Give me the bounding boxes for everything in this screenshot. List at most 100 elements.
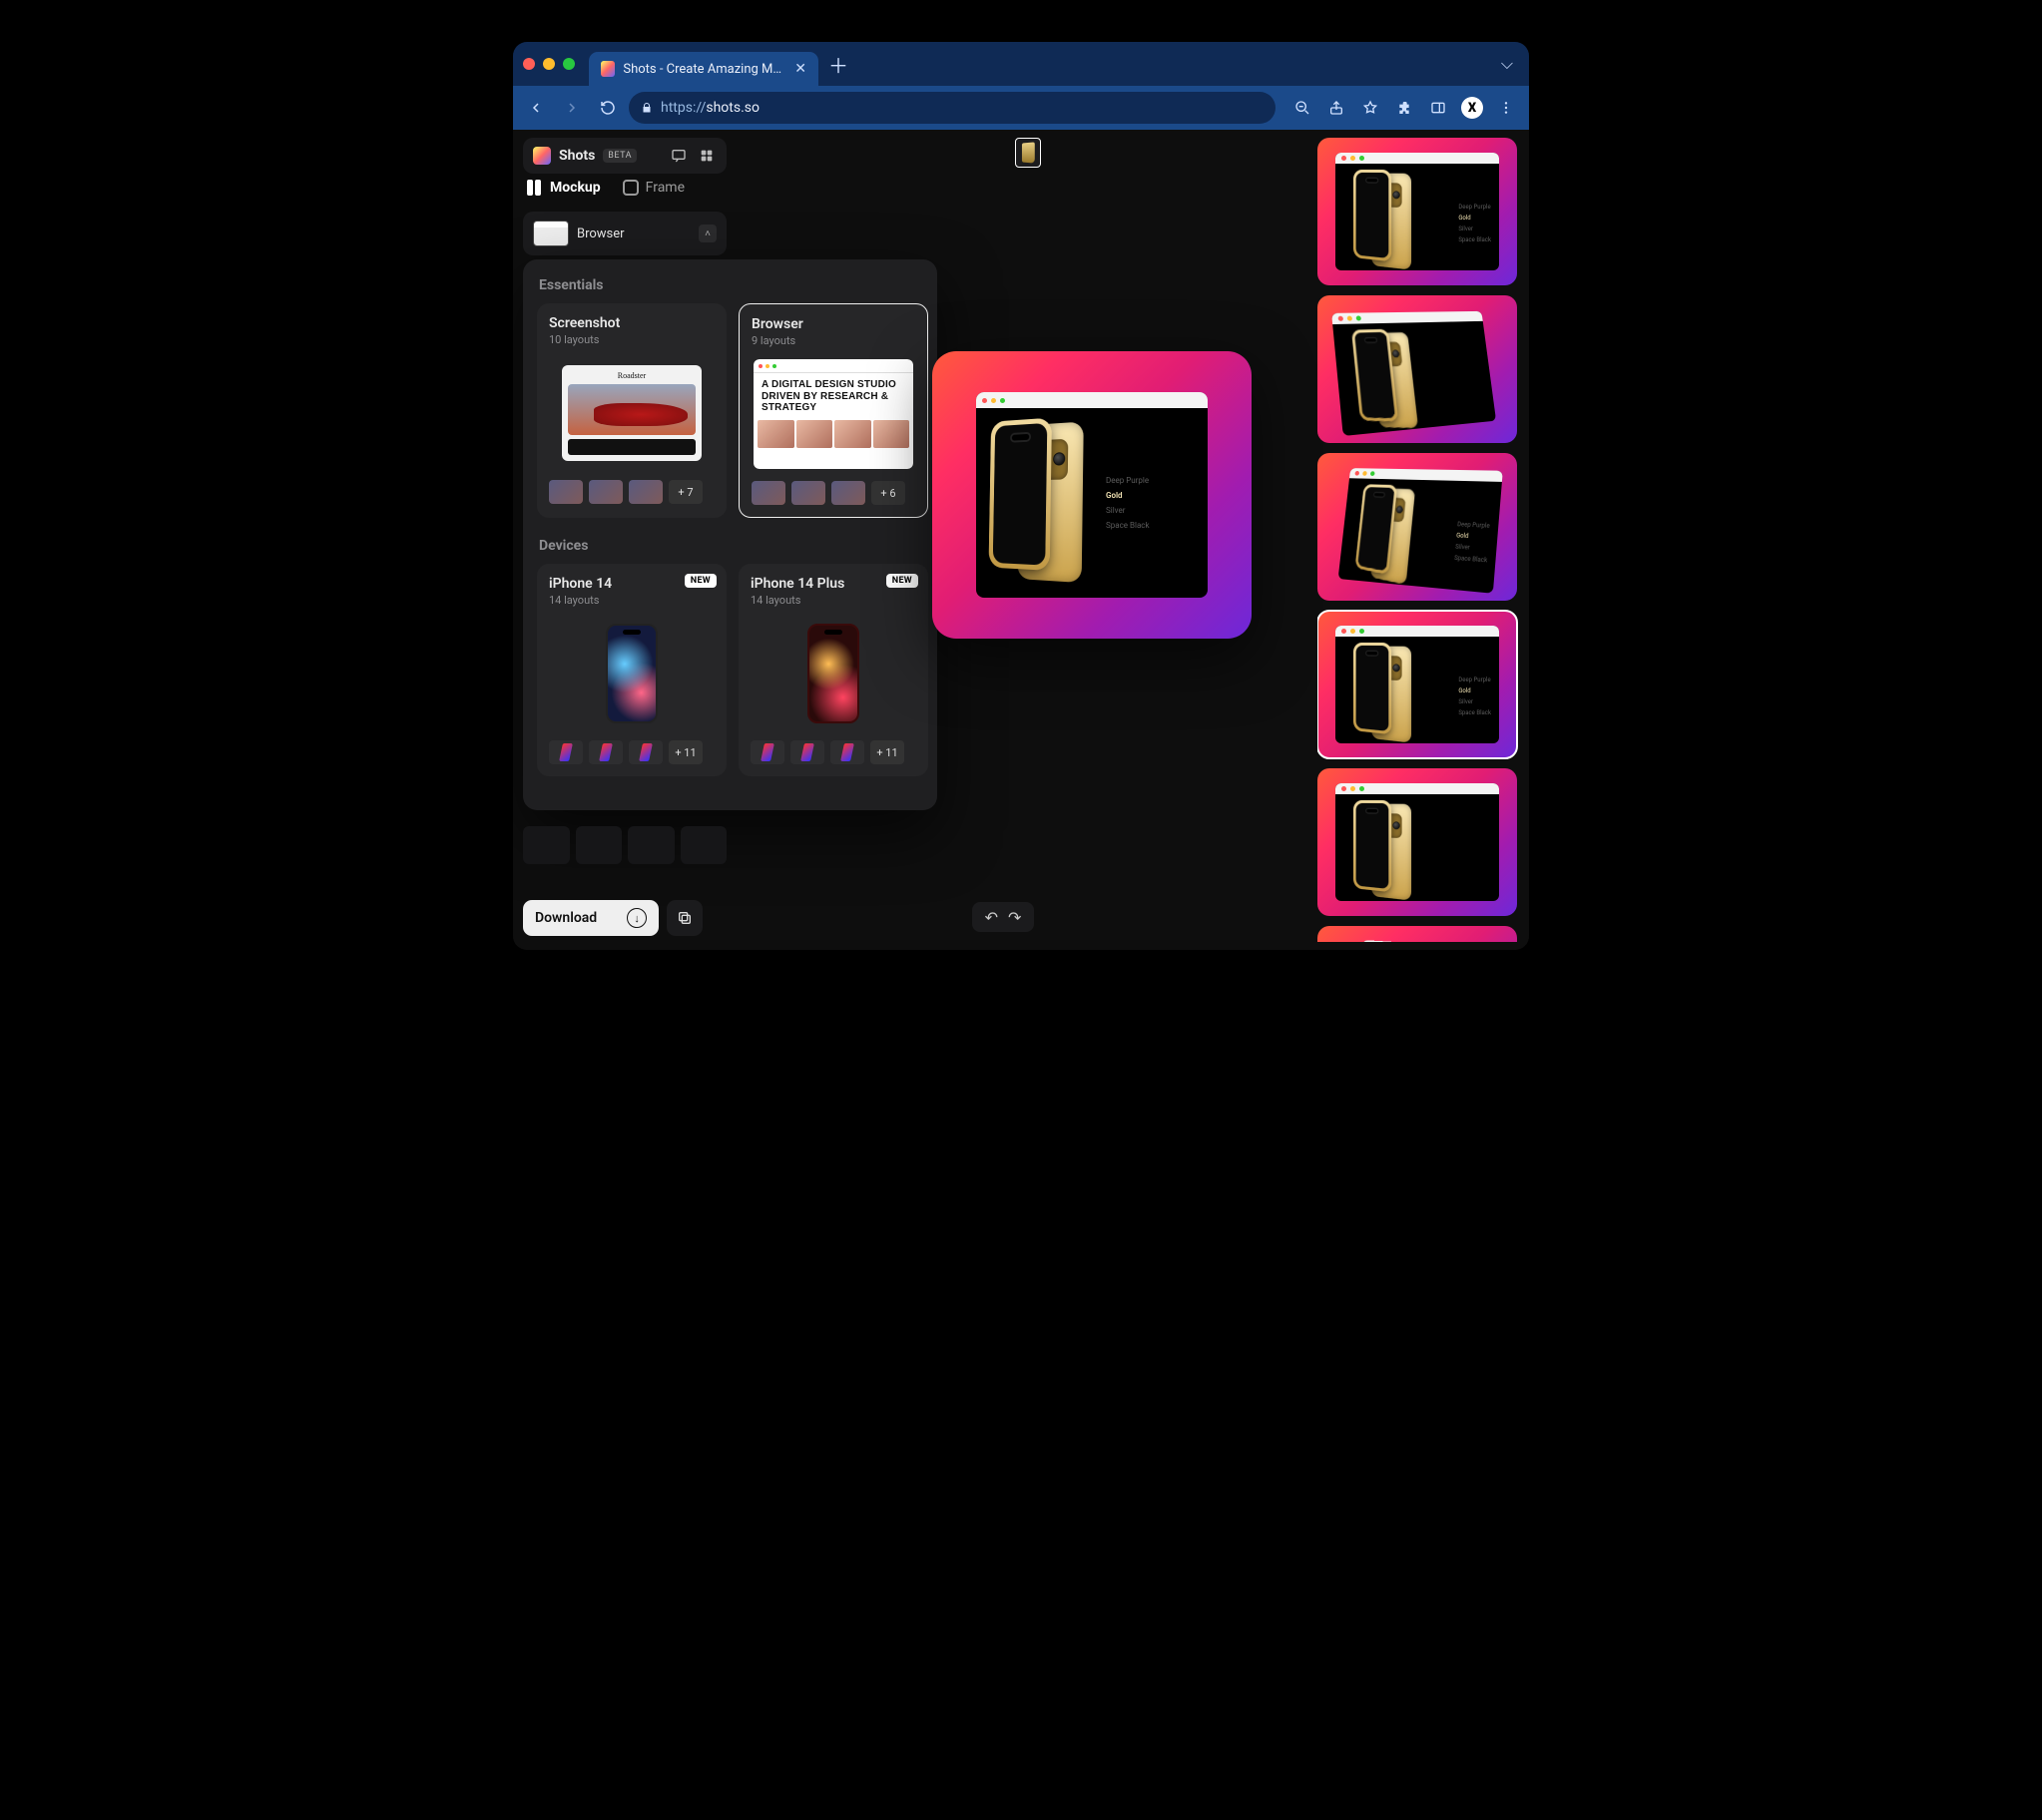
chevron-up-icon: ˄ <box>699 225 717 242</box>
mockup-icon <box>527 180 543 196</box>
app-root: Shots BETA Mockup Frame <box>513 130 1529 950</box>
forward-button[interactable] <box>557 93 587 123</box>
url-text: https://shots.so <box>661 100 760 116</box>
extensions-icon[interactable] <box>1389 93 1419 123</box>
layout-preview[interactable] <box>1317 768 1517 916</box>
bookmark-star-icon[interactable] <box>1355 93 1385 123</box>
sidebar-tabs: Mockup Frame <box>523 180 727 196</box>
card-preview: A DIGITAL DESIGN STUDIO DRIVEN BY RESEAR… <box>752 359 915 469</box>
layout-thumb[interactable] <box>791 481 825 505</box>
layout-thumb[interactable] <box>751 740 784 764</box>
more-layouts-button[interactable]: + 11 <box>669 740 703 764</box>
card-title: Browser <box>752 316 915 332</box>
card-subtitle: 14 layouts <box>751 594 916 607</box>
layout-thumb[interactable] <box>790 740 824 764</box>
reload-button[interactable] <box>593 93 623 123</box>
chrome-window: Shots - Create Amazing Mocku ✕ ＋ ⌵ https… <box>513 42 1529 950</box>
window-traffic-lights[interactable] <box>523 58 575 70</box>
card-layout-thumbs: + 11 <box>751 740 916 764</box>
layout-thumb[interactable] <box>629 480 663 504</box>
layout-previews-column: Deep PurpleGoldSilverSpace Black Deep Pu… <box>1317 138 1519 942</box>
card-subtitle: 9 layouts <box>752 334 915 347</box>
selected-mockup-label: Browser <box>577 227 625 241</box>
app-header: Shots BETA <box>523 138 727 174</box>
maximize-window-icon[interactable] <box>563 58 575 70</box>
sidepanel-icon[interactable] <box>1423 93 1453 123</box>
close-tab-icon[interactable]: ✕ <box>794 61 806 77</box>
share-icon[interactable] <box>1321 93 1351 123</box>
layout-thumb[interactable] <box>589 480 623 504</box>
tab-title: Shots - Create Amazing Mocku <box>623 62 782 77</box>
layout-preview-selected[interactable]: Deep PurpleGoldSilverSpace Black <box>1317 611 1517 758</box>
lock-icon <box>641 102 653 114</box>
frame-icon <box>623 180 639 196</box>
history-controls: ↶ ↷ <box>972 902 1034 932</box>
card-layout-thumbs: + 6 <box>752 481 915 505</box>
layout-thumb[interactable] <box>549 740 583 764</box>
tab-frame[interactable]: Frame <box>623 180 685 196</box>
card-screenshot[interactable]: Screenshot 10 layouts Roadster <box>537 303 727 518</box>
new-tab-button[interactable]: ＋ <box>828 50 848 79</box>
browser-tab[interactable]: Shots - Create Amazing Mocku ✕ <box>589 52 818 86</box>
more-layouts-button[interactable]: + 11 <box>870 740 904 764</box>
undo-button[interactable]: ↶ <box>985 908 998 927</box>
layout-thumb[interactable] <box>589 740 623 764</box>
zoom-out-icon[interactable] <box>1287 93 1317 123</box>
layout-preview[interactable] <box>1317 295 1517 443</box>
card-iphone14[interactable]: NEW iPhone 14 14 layouts + 11 <box>537 564 727 776</box>
selected-mockup-thumbnail <box>533 221 569 246</box>
tab-favicon-icon <box>601 61 615 77</box>
layout-thumb[interactable] <box>752 481 785 505</box>
color-option: Space Black <box>1106 521 1200 530</box>
color-option-selected: Gold <box>1106 491 1200 500</box>
card-subtitle: 10 layouts <box>549 333 715 346</box>
copy-button[interactable] <box>667 900 703 936</box>
profile-avatar[interactable]: X <box>1457 93 1487 123</box>
preview-caption: Roadster <box>568 371 696 380</box>
address-bar: https://shots.so X <box>513 86 1529 130</box>
redo-button[interactable]: ↷ <box>1008 908 1021 927</box>
layout-thumb[interactable] <box>831 481 865 505</box>
new-badge: NEW <box>685 574 717 588</box>
layout-thumb[interactable] <box>549 480 583 504</box>
layout-preview[interactable]: Deep PurpleGoldSilverSpace Black <box>1317 453 1517 601</box>
color-option: Deep Purple <box>1106 476 1200 485</box>
canvas-mockup[interactable]: Deep Purple Gold Silver Space Black <box>932 351 1252 639</box>
card-browser[interactable]: Browser 9 layouts A DIGITAL DESIGN STUDI… <box>739 303 928 518</box>
url-field[interactable]: https://shots.so <box>629 92 1276 124</box>
kebab-menu-icon[interactable] <box>1491 93 1521 123</box>
layout-thumb[interactable] <box>830 740 864 764</box>
card-preview <box>549 619 715 728</box>
tab-mockup[interactable]: Mockup <box>527 180 601 196</box>
download-label: Download <box>535 910 597 926</box>
minimize-window-icon[interactable] <box>543 58 555 70</box>
selected-mockup-dropdown[interactable]: Browser ˄ <box>523 212 727 255</box>
canvas-minimap[interactable] <box>1015 138 1041 168</box>
preview-text: A DIGITAL DESIGN STUDIO DRIVEN BY RESEAR… <box>754 373 913 420</box>
tab-mockup-label: Mockup <box>550 180 601 196</box>
more-layouts-button[interactable]: + 6 <box>871 481 905 505</box>
layout-preview[interactable] <box>1317 926 1517 942</box>
layout-preview[interactable]: Deep PurpleGoldSilverSpace Black <box>1317 138 1517 285</box>
grid-view-icon[interactable] <box>697 146 717 166</box>
more-layouts-button[interactable]: + 7 <box>669 480 703 504</box>
back-button[interactable] <box>521 93 551 123</box>
tab-frame-label: Frame <box>646 180 685 196</box>
card-layout-thumbs: + 7 <box>549 480 715 504</box>
sidebar-placeholder <box>523 826 727 864</box>
download-button[interactable]: Download ↓ <box>523 900 659 936</box>
mockup-color-list: Deep Purple Gold Silver Space Black <box>1102 408 1208 598</box>
app-name: Shots <box>559 148 595 164</box>
close-window-icon[interactable] <box>523 58 535 70</box>
mockup-browser-frame: Deep Purple Gold Silver Space Black <box>976 392 1208 598</box>
card-subtitle: 14 layouts <box>549 594 715 607</box>
section-heading-devices: Devices <box>539 538 927 554</box>
card-layout-thumbs: + 11 <box>549 740 715 764</box>
tabs-chevron-icon[interactable]: ⌵ <box>1495 54 1519 74</box>
feedback-icon[interactable] <box>669 146 689 166</box>
layout-thumb[interactable] <box>629 740 663 764</box>
download-icon: ↓ <box>627 908 647 928</box>
color-option: Silver <box>1106 506 1200 515</box>
card-iphone14plus[interactable]: NEW iPhone 14 Plus 14 layouts + 11 <box>739 564 928 776</box>
mockup-picker-panel: Essentials Screenshot 10 layouts Roadste… <box>523 259 937 810</box>
